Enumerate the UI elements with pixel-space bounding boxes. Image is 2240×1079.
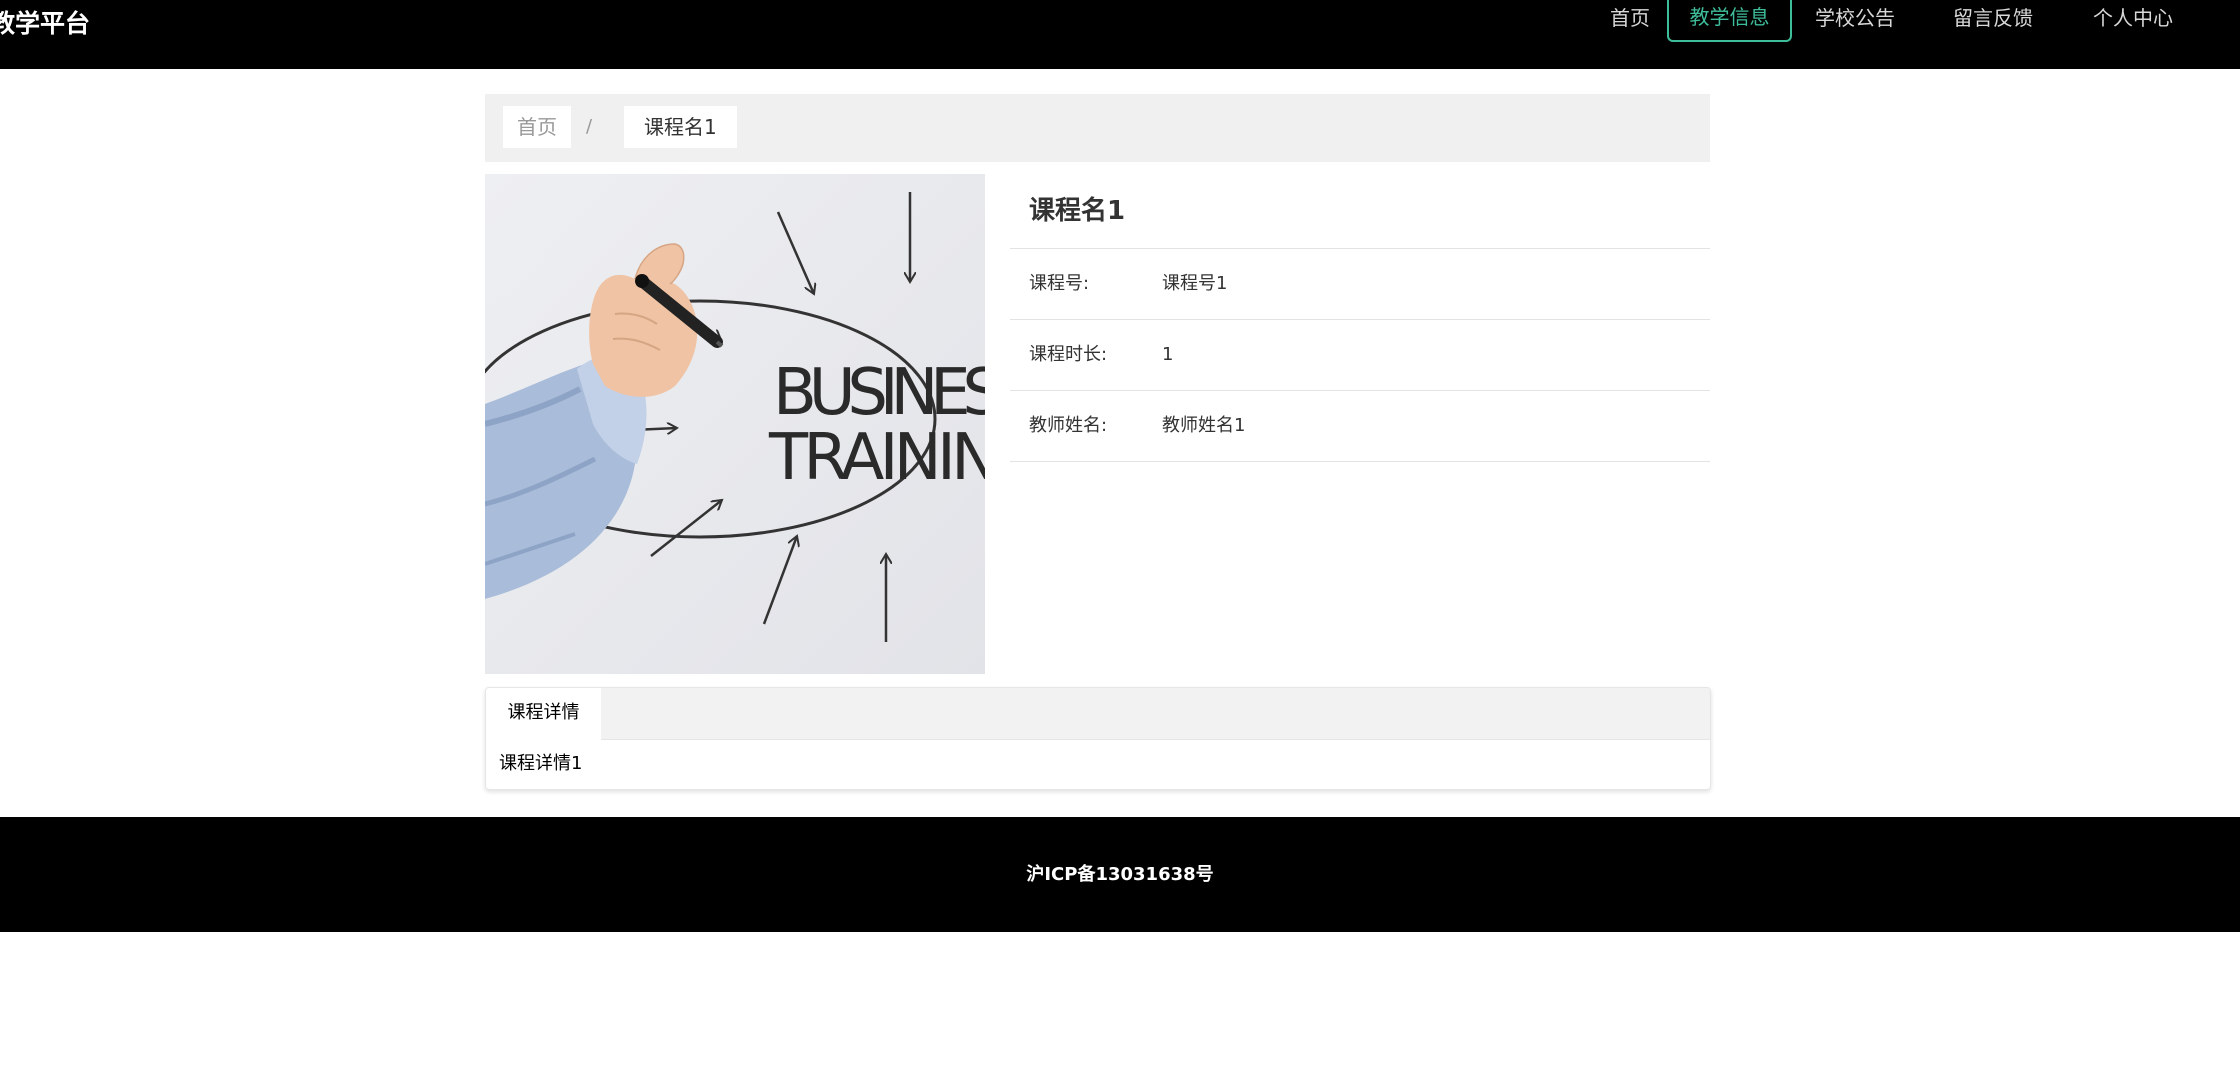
course-number-value: 课程号1 bbox=[1162, 273, 1228, 294]
image-text-line1: BUSINES bbox=[773, 356, 985, 430]
course-image: BUSINES TRAININ bbox=[485, 174, 985, 674]
business-training-illustration: BUSINES TRAININ bbox=[485, 174, 985, 674]
tab-strip: 课程详情 bbox=[486, 688, 1710, 740]
breadcrumb-current: 课程名1 bbox=[624, 106, 737, 148]
course-info-panel: 课程名1 课程号: 课程号1 课程时长: 1 教师姓名: 教师姓名1 bbox=[1010, 174, 1710, 462]
course-duration-value: 1 bbox=[1162, 344, 1174, 365]
info-row-teacher-name: 教师姓名: 教师姓名1 bbox=[1010, 391, 1710, 462]
nav-item-home[interactable]: 首页 bbox=[1590, 0, 1670, 42]
breadcrumb-separator: / bbox=[586, 116, 593, 137]
course-details-content: 课程详情1 bbox=[499, 753, 583, 774]
nav-item-feedback[interactable]: 留言反馈 bbox=[1938, 0, 2048, 42]
info-row-course-number: 课程号: 课程号1 bbox=[1010, 249, 1710, 320]
site-title: 教学平台 bbox=[0, 9, 91, 38]
footer: 沪ICP备13031638号 bbox=[0, 817, 2240, 932]
course-number-label: 课程号: bbox=[1029, 273, 1090, 294]
image-text-line2: TRAININ bbox=[768, 421, 985, 495]
nav-item-personal-center[interactable]: 个人中心 bbox=[2078, 0, 2188, 42]
teacher-name-label: 教师姓名: bbox=[1029, 415, 1108, 436]
breadcrumb-home-link[interactable]: 首页 bbox=[503, 106, 571, 148]
icp-record: 沪ICP备13031638号 bbox=[1026, 864, 1214, 885]
info-row-course-duration: 课程时长: 1 bbox=[1010, 320, 1710, 391]
teacher-name-value: 教师姓名1 bbox=[1162, 415, 1246, 436]
nav-item-school-notice[interactable]: 学校公告 bbox=[1800, 0, 1910, 42]
breadcrumb: 首页 / 课程名1 bbox=[485, 94, 1710, 162]
course-title: 课程名1 bbox=[1010, 174, 1710, 249]
top-navbar: 教学平台 首页 教学信息 学校公告 留言反馈 个人中心 bbox=[0, 0, 2240, 69]
tab-course-details[interactable]: 课程详情 bbox=[486, 688, 601, 740]
course-duration-label: 课程时长: bbox=[1029, 344, 1108, 365]
course-detail-tabs: 课程详情 课程详情1 bbox=[485, 687, 1711, 790]
nav-item-teaching-info[interactable]: 教学信息 bbox=[1667, 0, 1792, 42]
